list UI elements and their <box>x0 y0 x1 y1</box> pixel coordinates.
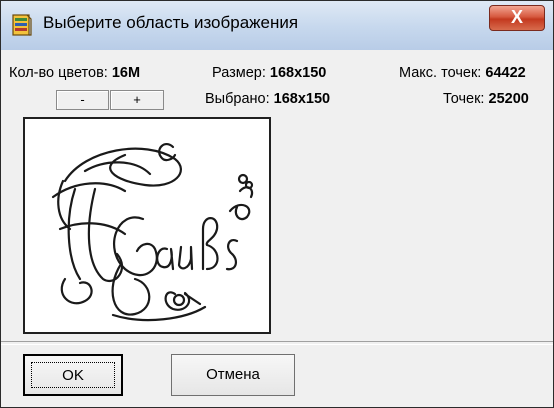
button-divider <box>1 341 553 345</box>
window-title: Выберите область изображения <box>43 13 299 32</box>
title-bar[interactable]: Выберите область изображения X <box>1 1 553 50</box>
ok-label: OK <box>62 367 84 384</box>
points-info: Точек: 25200 <box>443 91 529 107</box>
points-value: 25200 <box>488 91 529 107</box>
signature-image <box>51 142 254 322</box>
max-points-info: Макс. точек: 64422 <box>399 65 526 81</box>
app-icon <box>11 13 33 37</box>
max-points-value: 64422 <box>485 65 526 81</box>
decrease-button[interactable]: - <box>56 90 109 110</box>
points-label: Точек: <box>443 91 485 107</box>
selected-info: Выбрано: 168x150 <box>205 91 330 107</box>
colors-value: 16M <box>111 65 141 81</box>
info-panel: Кол-во цветов: 16M Размер: 168x150 Макс.… <box>9 53 547 113</box>
size-value: 168x150 <box>269 65 327 81</box>
dialog-window: Выберите область изображения X Кол-во цв… <box>0 0 554 408</box>
colors-count: Кол-во цветов: 16M <box>9 65 140 81</box>
selected-value: 168x150 <box>273 91 331 107</box>
ok-button[interactable]: OK <box>23 354 123 396</box>
size-info: Размер: 168x150 <box>212 65 326 81</box>
max-points-label: Макс. точек: <box>399 65 482 81</box>
image-preview[interactable] <box>23 117 271 334</box>
close-button[interactable]: X <box>489 5 545 31</box>
colors-label: Кол-во цветов: <box>9 65 108 81</box>
size-label: Размер: <box>212 65 266 81</box>
selected-label: Выбрано: <box>205 91 270 107</box>
cancel-button[interactable]: Отмена <box>171 354 295 396</box>
increase-button[interactable]: + <box>110 90 164 110</box>
close-icon: X <box>510 7 523 27</box>
